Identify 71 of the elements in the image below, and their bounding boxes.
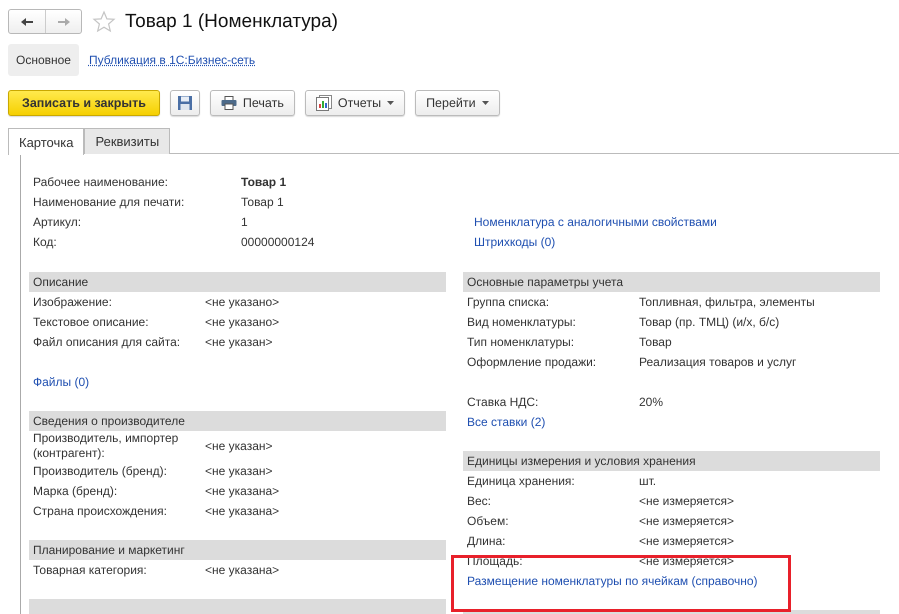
field-value: Товар 1 — [241, 194, 284, 210]
save-and-close-button[interactable]: Записать и закрыть — [8, 90, 160, 116]
field-value: <не измеряется> — [639, 514, 734, 528]
field-value: <не указано> — [205, 314, 280, 330]
field-value: Реализация товаров и услуг — [639, 354, 796, 370]
field-label: Группа списка: — [467, 294, 550, 310]
field-label: Артикул: — [33, 214, 82, 230]
field-label: Товарная категория: — [33, 562, 148, 578]
section-link[interactable]: Основное — [8, 44, 79, 76]
field-label: Площадь: — [467, 554, 524, 568]
field-value: 00000000124 — [241, 234, 314, 250]
report-icon — [316, 95, 332, 111]
field-label: Марка (бренд): — [33, 484, 118, 498]
group-header: Сведения о производителе — [29, 411, 446, 431]
caret-icon — [387, 101, 394, 105]
right-arrow-icon — [56, 16, 70, 26]
group-header: Планирование и маркетинг — [29, 540, 446, 560]
reports-button[interactable]: Отчеты — [304, 90, 406, 116]
printer-icon — [220, 96, 237, 110]
field-label: Вес: — [467, 494, 492, 508]
field-label: Ставка НДС: — [467, 394, 540, 410]
field-label: Файл описания для сайта: — [33, 334, 182, 350]
tab[interactable]: Реквизиты — [84, 128, 170, 154]
field-value: шт. — [639, 474, 656, 488]
save-button[interactable] — [170, 90, 200, 116]
tab[interactable]: Карточка — [8, 128, 84, 155]
link[interactable]: Все ставки (2) — [467, 414, 546, 428]
group-header: Единицы измерения и условия хранения — [463, 451, 880, 471]
field-value: Топливная, фильтра, элементы — [639, 294, 815, 310]
link[interactable]: Штрихкоды (0) — [474, 234, 556, 250]
field-label: Тип номенклатуры: — [467, 334, 576, 350]
field-label: Вид номенклатуры: — [467, 314, 577, 330]
field-value: <не измеряется> — [639, 534, 734, 548]
field-value: Товар — [639, 334, 672, 350]
field-value: <не указано> — [205, 294, 280, 310]
window-title: Товар 1 (Номенклатура) — [125, 10, 338, 32]
left-arrow-icon — [20, 16, 34, 26]
field-value: <не указан> — [205, 334, 273, 350]
field-label: Производитель (бренд): — [33, 464, 168, 478]
field-value: <не указана> — [205, 484, 280, 498]
field-value: <не указан> — [205, 464, 273, 478]
field-label: Изображение: — [33, 294, 113, 310]
field-label: Длина: — [467, 534, 506, 548]
field-label: Оформление продажи: — [467, 354, 598, 370]
link[interactable]: Номенклатура с аналогичными свойствами — [474, 214, 717, 230]
field-value: Товар 1 — [241, 174, 286, 190]
link[interactable]: Размещение номенклатуры по ячейкам (справочно) — [467, 574, 758, 588]
field-label: Объем: — [467, 514, 510, 528]
field-label: Наименование для печати: — [33, 194, 186, 210]
field-label: Единица хранения: — [467, 474, 576, 488]
print-button[interactable]: Печать — [210, 90, 295, 116]
group-header: Описание — [29, 272, 446, 292]
field-value: <не указана> — [205, 504, 280, 518]
field-label: Рабочее наименование: — [33, 174, 169, 190]
link[interactable]: Файлы (0) — [33, 374, 90, 388]
caret-icon — [482, 101, 489, 105]
field-label: Код: — [33, 234, 58, 250]
section-link[interactable]: Публикация в 1С:Бизнес-сеть — [88, 44, 256, 76]
star-icon[interactable] — [92, 10, 116, 34]
field-value: <не указана> — [205, 562, 280, 578]
menu-button[interactable]: Перейти — [415, 90, 500, 116]
group-header: Основные параметры учета — [463, 272, 880, 292]
field-value: Товар (пр. ТМЦ) (и/х, б/с) — [639, 314, 780, 330]
field-value: <не указан> — [205, 438, 273, 454]
field-value: <не измеряется> — [639, 494, 734, 508]
field-label: Текстовое описание: — [33, 314, 150, 330]
field-value: <не измеряется> — [639, 554, 734, 568]
field-label: Производитель, импортер (контрагент): — [33, 431, 180, 461]
field-value: 20% — [639, 394, 664, 410]
field-value: 1 — [241, 214, 248, 230]
field-label: Страна происхождения: — [33, 504, 168, 518]
